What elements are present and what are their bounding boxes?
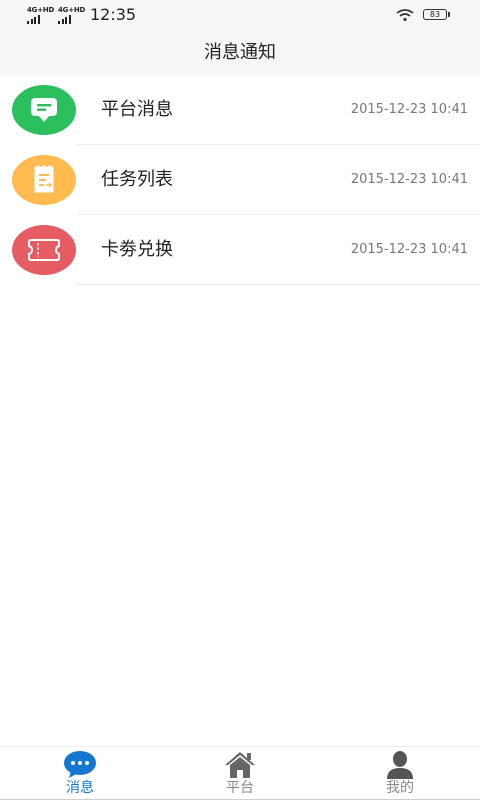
title-bar: 消息通知 [0, 30, 480, 75]
message-bubble-icon [12, 85, 76, 135]
list-item-time: 2015-12-23 10:41 [350, 102, 468, 117]
list-item-coupon-exchange[interactable]: 卡劵兑换 2015-12-23 10:41 [0, 215, 480, 285]
chat-bubble-icon [64, 751, 96, 778]
list-item-label: 卡劵兑换 [101, 239, 173, 260]
wifi-icon [396, 9, 414, 21]
list-item-label: 平台消息 [101, 99, 173, 120]
message-list: 平台消息 2015-12-23 10:41 任务列表 2015-12-23 10… [0, 75, 480, 285]
nav-item-platform[interactable]: 平台 [160, 747, 320, 800]
signal-bars-icon [58, 15, 72, 24]
page-title: 消息通知 [204, 42, 276, 63]
nav-item-mine[interactable]: 我的 [320, 747, 480, 800]
nav-label: 消息 [66, 780, 94, 796]
home-icon [225, 752, 255, 778]
status-time: 12:35 [90, 5, 137, 24]
nav-label: 我的 [386, 780, 414, 796]
battery-level: 83 [429, 10, 441, 19]
signal-1: 4G+HD [27, 7, 54, 24]
app-screen: 4G+HD 4G+HD 12:35 83 消息通知 平台消息 2015-12-2… [0, 0, 480, 800]
task-list-icon [12, 155, 76, 205]
network-type-label: 4G+HD [27, 6, 55, 14]
ticket-icon [12, 225, 76, 275]
list-item-time: 2015-12-23 10:41 [350, 172, 468, 187]
signal-bars-icon [27, 15, 41, 24]
status-bar: 4G+HD 4G+HD 12:35 83 [0, 0, 480, 30]
battery-tip [448, 12, 450, 17]
divider [76, 284, 480, 285]
battery-icon: 83 [423, 9, 447, 20]
list-item-task-list[interactable]: 任务列表 2015-12-23 10:41 [0, 145, 480, 215]
network-type-label: 4G+HD [58, 6, 86, 14]
list-item-time: 2015-12-23 10:41 [350, 242, 468, 257]
nav-label: 平台 [226, 780, 254, 796]
list-item-label: 任务列表 [101, 169, 173, 190]
user-icon [387, 751, 413, 779]
nav-item-messages[interactable]: 消息 [0, 747, 160, 800]
signal-2: 4G+HD [58, 7, 85, 24]
bottom-nav: 消息 平台 我的 [0, 746, 480, 800]
list-item-platform-messages[interactable]: 平台消息 2015-12-23 10:41 [0, 75, 480, 145]
